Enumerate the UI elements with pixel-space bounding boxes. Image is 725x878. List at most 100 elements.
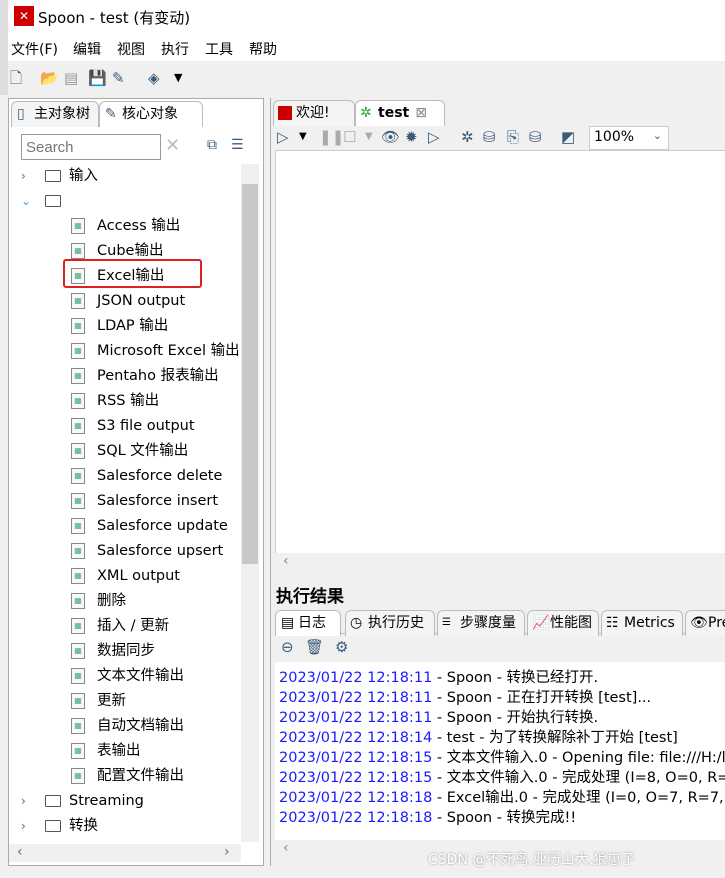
menu-help[interactable]: 帮助 — [249, 39, 277, 59]
tree-item[interactable]: ▦ 自动文档输出 — [9, 714, 241, 738]
tab-welcome[interactable]: 欢迎! — [273, 100, 355, 126]
scroll-left-icon[interactable]: ‹ — [17, 844, 23, 860]
tab-main-tree[interactable]: ▯ 主对象树 — [11, 101, 99, 127]
stop-icon[interactable]: ☐ — [343, 128, 356, 146]
clock-icon: ◷ — [350, 615, 363, 631]
scrollbar-thumb[interactable] — [242, 184, 258, 564]
tree-item[interactable]: ▦ 更新 — [9, 689, 241, 713]
search-input[interactable] — [21, 134, 161, 160]
step-icon: ▦ — [71, 343, 85, 359]
log-timestamp: 2023/01/22 12:18:15 — [279, 750, 433, 766]
scroll-left-icon[interactable]: ‹ — [283, 840, 289, 856]
tree-item[interactable]: ▦ 数据同步 — [9, 639, 241, 663]
preview-icon[interactable]: 👁 — [381, 128, 400, 146]
explore-repository-icon[interactable]: ▤ — [64, 69, 78, 87]
debug-icon[interactable]: ✹ — [405, 128, 418, 146]
save-icon[interactable]: 💾 — [88, 69, 107, 87]
tree-item[interactable]: ▦ Microsoft Excel 输出 — [9, 339, 241, 363]
tab-step-metrics[interactable]: ☰ 步骤度量 — [437, 610, 525, 636]
window-title: Spoon - test (有变动) — [38, 9, 191, 27]
run-icon[interactable]: ▷ — [277, 128, 289, 146]
replay-icon[interactable]: ▷ — [428, 128, 440, 146]
tab-history[interactable]: ◷ 执行历史 — [345, 610, 435, 636]
impact-icon[interactable]: ⛁ — [483, 128, 496, 146]
chevron-right-icon[interactable]: › — [21, 814, 26, 838]
tab-core-objects[interactable]: ✎ 核心对象 — [99, 101, 203, 127]
eye-icon: 👁 — [690, 615, 708, 631]
expand-tree-icon[interactable]: ⧉ — [207, 137, 217, 153]
tree-item[interactable]: ▦ RSS 输出 — [9, 389, 241, 413]
canvas-horizontal-scrollbar[interactable]: ‹ — [275, 553, 725, 570]
log-timestamp: 2023/01/22 12:18:11 — [279, 670, 433, 686]
tree-item[interactable]: ▦ LDAP 输出 — [9, 314, 241, 338]
spoon-logo-icon — [278, 106, 292, 120]
menu-edit[interactable]: 编辑 — [73, 39, 101, 59]
step-icon: ▦ — [71, 743, 85, 759]
tree-item[interactable]: ▦ Salesforce upsert — [9, 539, 241, 563]
chevron-right-icon[interactable]: › — [21, 789, 26, 813]
new-file-icon[interactable]: 🗋 — [10, 69, 22, 87]
tree-item[interactable]: › Streaming — [9, 789, 241, 813]
tree-item[interactable]: ▦ Salesforce insert — [9, 489, 241, 513]
menu-file[interactable]: 文件(F) — [11, 39, 58, 59]
show-results-icon[interactable]: ◩ — [561, 128, 575, 146]
tree-item[interactable]: ▦ 文本文件输出 — [9, 664, 241, 688]
layers-icon[interactable]: ◈ — [148, 69, 160, 87]
gear-icon[interactable]: ⚙ — [335, 638, 348, 656]
tree-item[interactable]: ▦ Access 输出 — [9, 214, 241, 238]
tab-test[interactable]: ✲ test ⊠ — [355, 100, 445, 126]
tree-item[interactable]: ⌄ 输出 — [9, 189, 241, 213]
scroll-left-icon[interactable]: ‹ — [283, 553, 289, 569]
left-panel: ▯主对象树 ✎核心对象 ✕ ⧉ ☰ ›输入⌄输出▦Access 输出▦Cube输… — [8, 98, 264, 866]
tab-log[interactable]: ▤ 日志 — [275, 610, 341, 636]
verify-icon[interactable]: ✲ — [461, 128, 474, 146]
tree-item[interactable]: › 输入 — [9, 164, 241, 188]
highlight-box — [63, 259, 202, 288]
step-icon: ▦ — [71, 543, 85, 559]
stop-log-icon[interactable]: ⊖ — [281, 638, 294, 656]
tree-item[interactable]: ▦ Pentaho 报表输出 — [9, 364, 241, 388]
menu-tools[interactable]: 工具 — [205, 39, 233, 59]
log-line: 2023/01/22 12:18:18 - Excel输出.0 - 完成处理 (… — [279, 786, 725, 807]
tree-item[interactable]: ▦ 删除 — [9, 589, 241, 613]
step-icon: ▦ — [71, 618, 85, 634]
log-area[interactable]: 2023/01/22 12:18:11 - Spoon - 转换已经打开. 202… — [275, 662, 725, 842]
pause-icon[interactable]: ❚❚ — [319, 128, 344, 146]
horizontal-scrollbar[interactable]: ‹ › — [9, 844, 241, 862]
explore-db-icon[interactable]: ⛁ — [529, 128, 542, 146]
tree-item[interactable]: › 转换 — [9, 814, 241, 838]
save-as-icon[interactable]: ✎ — [112, 69, 125, 87]
chevron-down-icon[interactable]: ⌄ — [21, 189, 31, 213]
step-icon: ▦ — [71, 668, 85, 684]
run-dropdown-icon[interactable]: ▼ — [299, 128, 307, 146]
trash-icon[interactable]: 🗑 — [305, 638, 324, 656]
tree-item[interactable]: ▦ Salesforce update — [9, 514, 241, 538]
numbered-list-icon: ☰ — [442, 617, 451, 628]
open-file-icon[interactable]: 📂 — [40, 69, 59, 87]
tab-metrics[interactable]: ☷ Metrics — [601, 610, 683, 636]
dropdown-arrow-icon[interactable]: ▼ — [174, 69, 182, 87]
tree-item[interactable]: ▦ S3 file output — [9, 414, 241, 438]
tree-item[interactable]: ▦ Salesforce delete — [9, 464, 241, 488]
sql-icon[interactable]: ⎘ — [507, 128, 519, 146]
menu-run[interactable]: 执行 — [161, 39, 189, 59]
menu-view[interactable]: 视图 — [117, 39, 145, 59]
tree-item[interactable]: ▦ XML output — [9, 564, 241, 588]
stop-dropdown-icon[interactable]: ▼ — [365, 128, 373, 146]
close-tab-icon[interactable]: ⊠ — [415, 105, 427, 121]
tree-item[interactable]: ▦ 插入 / 更新 — [9, 614, 241, 638]
zoom-select[interactable]: 100% ⌄ — [589, 126, 669, 150]
step-icon: ▦ — [71, 318, 85, 334]
tree-item[interactable]: ▦ 配置文件输出 — [9, 764, 241, 788]
step-icon: ▦ — [71, 393, 85, 409]
tab-preview[interactable]: 👁Pre — [685, 610, 725, 636]
chevron-right-icon[interactable]: › — [21, 164, 26, 188]
tree-item[interactable]: ▦ SQL 文件输出 — [9, 439, 241, 463]
tree-item[interactable]: ▦ JSON output — [9, 289, 241, 313]
transformation-canvas[interactable] — [275, 150, 725, 570]
scroll-right-icon[interactable]: › — [224, 844, 230, 860]
tree-item[interactable]: ▦ 表输出 — [9, 739, 241, 763]
clear-search-icon[interactable]: ✕ — [165, 135, 180, 156]
collapse-tree-icon[interactable]: ☰ — [231, 137, 244, 153]
tab-performance[interactable]: 📈 性能图 — [527, 610, 599, 636]
